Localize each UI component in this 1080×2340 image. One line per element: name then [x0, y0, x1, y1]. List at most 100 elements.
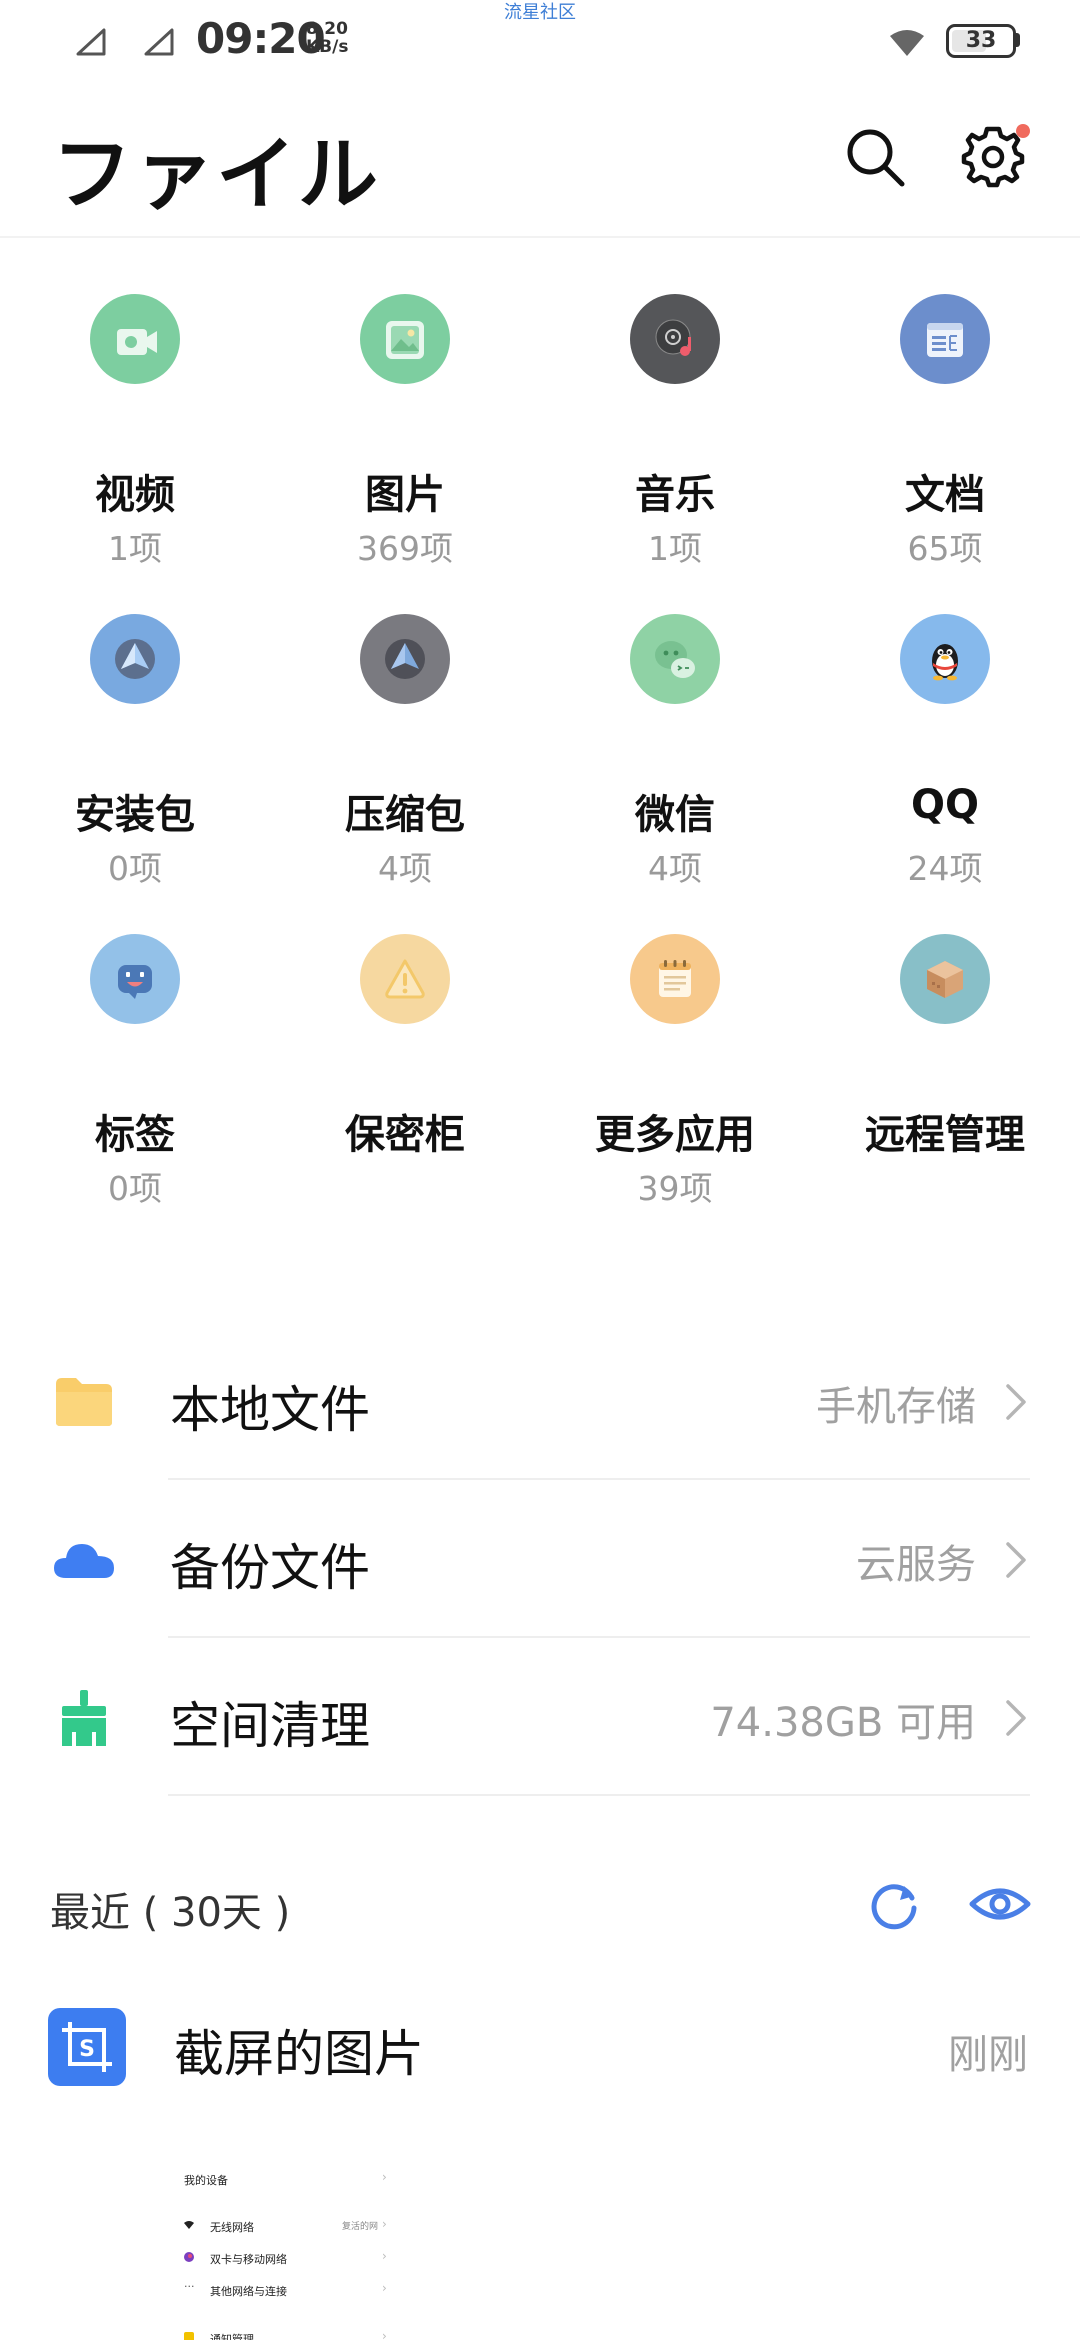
screenshot-thumbnail[interactable]: 我的设备 › 无线网络 复活的网 › 双卡与移动网络 › ··· 其他网络与连接…: [170, 2150, 400, 2340]
video-icon: [117, 329, 157, 355]
battery-icon: 33: [946, 24, 1016, 58]
wifi-icon: [184, 2221, 194, 2229]
category-documents[interactable]: 文档 65项: [810, 294, 1080, 614]
search-icon: [847, 129, 905, 187]
search-button[interactable]: [842, 124, 908, 190]
chevron-right-icon: [1006, 1384, 1026, 1420]
category-count: 0项: [108, 849, 162, 888]
category-label: 压缩包: [345, 792, 465, 838]
notification-icon: [184, 2332, 194, 2340]
page-title: ファイル: [52, 128, 380, 221]
wifi-icon: [890, 30, 924, 56]
category-label: 标签: [95, 1112, 175, 1158]
thumbnail-item-value: 复活的网: [342, 2222, 379, 2232]
safe-warning-icon: [385, 959, 425, 999]
chevron-right-icon: ›: [382, 2281, 387, 2295]
image-icon: [386, 321, 424, 359]
chevron-right-icon: ›: [382, 2329, 387, 2340]
thumbnail-item-label: 双卡与移动网络: [210, 2253, 287, 2266]
notification-dot: [1016, 124, 1030, 138]
battery-level: 33: [965, 28, 997, 53]
category-tags[interactable]: 标签 0项: [0, 934, 270, 1254]
eye-icon: [969, 1888, 1031, 1920]
recent-item-title[interactable]: 截屏的图片: [174, 2014, 424, 2086]
category-label: 更多应用: [595, 1112, 755, 1158]
category-label: 图片: [365, 472, 445, 518]
thumbnail-header: 我的设备: [184, 2174, 228, 2187]
category-icon-circle: [630, 294, 720, 384]
row-title: 空间清理: [170, 1697, 370, 1755]
recent-section-title: 最近 ( 30天 ): [50, 1890, 291, 1936]
category-remote-management[interactable]: 远程管理: [810, 934, 1080, 1254]
row-title: 本地文件: [170, 1381, 370, 1439]
chevron-right-icon: [1006, 1542, 1026, 1578]
network-speed-unit: KB/s: [306, 37, 349, 57]
chevron-right-icon: ›: [382, 2217, 387, 2231]
row-value: 手机存储: [816, 1384, 976, 1430]
wechat-icon: [655, 641, 695, 678]
chevron-right-icon: [1006, 1700, 1026, 1736]
category-label: 安装包: [75, 792, 195, 838]
category-music[interactable]: 音乐 1项: [540, 294, 810, 614]
network-speed: 8.20 KB/s: [306, 20, 348, 56]
category-label: QQ: [910, 782, 979, 828]
category-count: 1项: [648, 529, 702, 568]
category-icon-circle: [900, 934, 990, 1024]
space-cleanup-row[interactable]: 空间清理 74.38GB 可用: [0, 1640, 1080, 1798]
category-count: 24项: [907, 849, 983, 888]
tag-face-icon: [118, 965, 152, 999]
category-qq[interactable]: QQ 24项: [810, 614, 1080, 934]
visibility-toggle-button[interactable]: [968, 1876, 1032, 1932]
category-archives[interactable]: 压缩包 4项: [270, 614, 540, 934]
battery-tip: [1015, 33, 1020, 47]
category-images[interactable]: 图片 369项: [270, 294, 540, 614]
row-title: 备份文件: [170, 1539, 370, 1597]
category-label: 视频: [95, 472, 175, 518]
chevron-right-icon: ›: [382, 2170, 387, 2184]
recent-item-time: 刚刚: [948, 2032, 1028, 2078]
svg-text:S: S: [79, 2037, 95, 2062]
signal-icon: [144, 28, 174, 56]
thumbnail-item-label: 其他网络与连接: [210, 2285, 287, 2298]
category-count: 4项: [378, 849, 432, 888]
status-bar: 09:20 8.20 KB/s 33: [0, 0, 1080, 84]
package-icon: [115, 639, 155, 679]
category-count: 1项: [108, 529, 162, 568]
notepad-icon: [659, 960, 691, 997]
archive-icon: [385, 639, 425, 679]
screenshot-app-icon: S: [48, 2008, 126, 2086]
document-icon: [927, 323, 963, 357]
category-label: 文档: [905, 472, 985, 518]
row-divider: [168, 1478, 1030, 1480]
category-icon-circle: [900, 614, 990, 704]
network-speed-value: 8.20: [306, 19, 348, 39]
category-icon-circle: [90, 614, 180, 704]
category-count: 39项: [637, 1169, 713, 1208]
chevron-right-icon: ›: [382, 2249, 387, 2263]
category-icon-circle: [630, 934, 720, 1024]
signal-icon: [76, 28, 106, 56]
row-value: 云服务: [856, 1542, 976, 1588]
category-more-apps[interactable]: 更多应用 39项: [540, 934, 810, 1254]
category-video[interactable]: 视频 1项: [0, 294, 270, 614]
row-divider: [168, 1636, 1030, 1638]
category-icon-circle: [900, 294, 990, 384]
folder-icon: [56, 1378, 112, 1426]
sim-card-icon: [184, 2252, 194, 2262]
category-apk[interactable]: 安装包 0项: [0, 614, 270, 934]
refresh-icon: [871, 1884, 917, 1930]
row-value: 74.38GB 可用: [710, 1700, 976, 1746]
category-icon-circle: [90, 934, 180, 1024]
backup-files-row[interactable]: 备份文件 云服务: [0, 1482, 1080, 1640]
category-label: 音乐: [635, 472, 715, 518]
category-count: 369项: [357, 529, 453, 568]
screenshot-crop-icon: S: [62, 2022, 112, 2072]
category-count: 0项: [108, 1169, 162, 1208]
category-safe[interactable]: 保密柜: [270, 934, 540, 1254]
more-dots-icon: ···: [184, 2280, 195, 2293]
category-wechat[interactable]: 微信 4项: [540, 614, 810, 934]
category-count: 65项: [907, 529, 983, 568]
category-count: 4项: [648, 849, 702, 888]
refresh-button[interactable]: [866, 1876, 922, 1932]
local-files-row[interactable]: 本地文件 手机存储: [0, 1324, 1080, 1482]
